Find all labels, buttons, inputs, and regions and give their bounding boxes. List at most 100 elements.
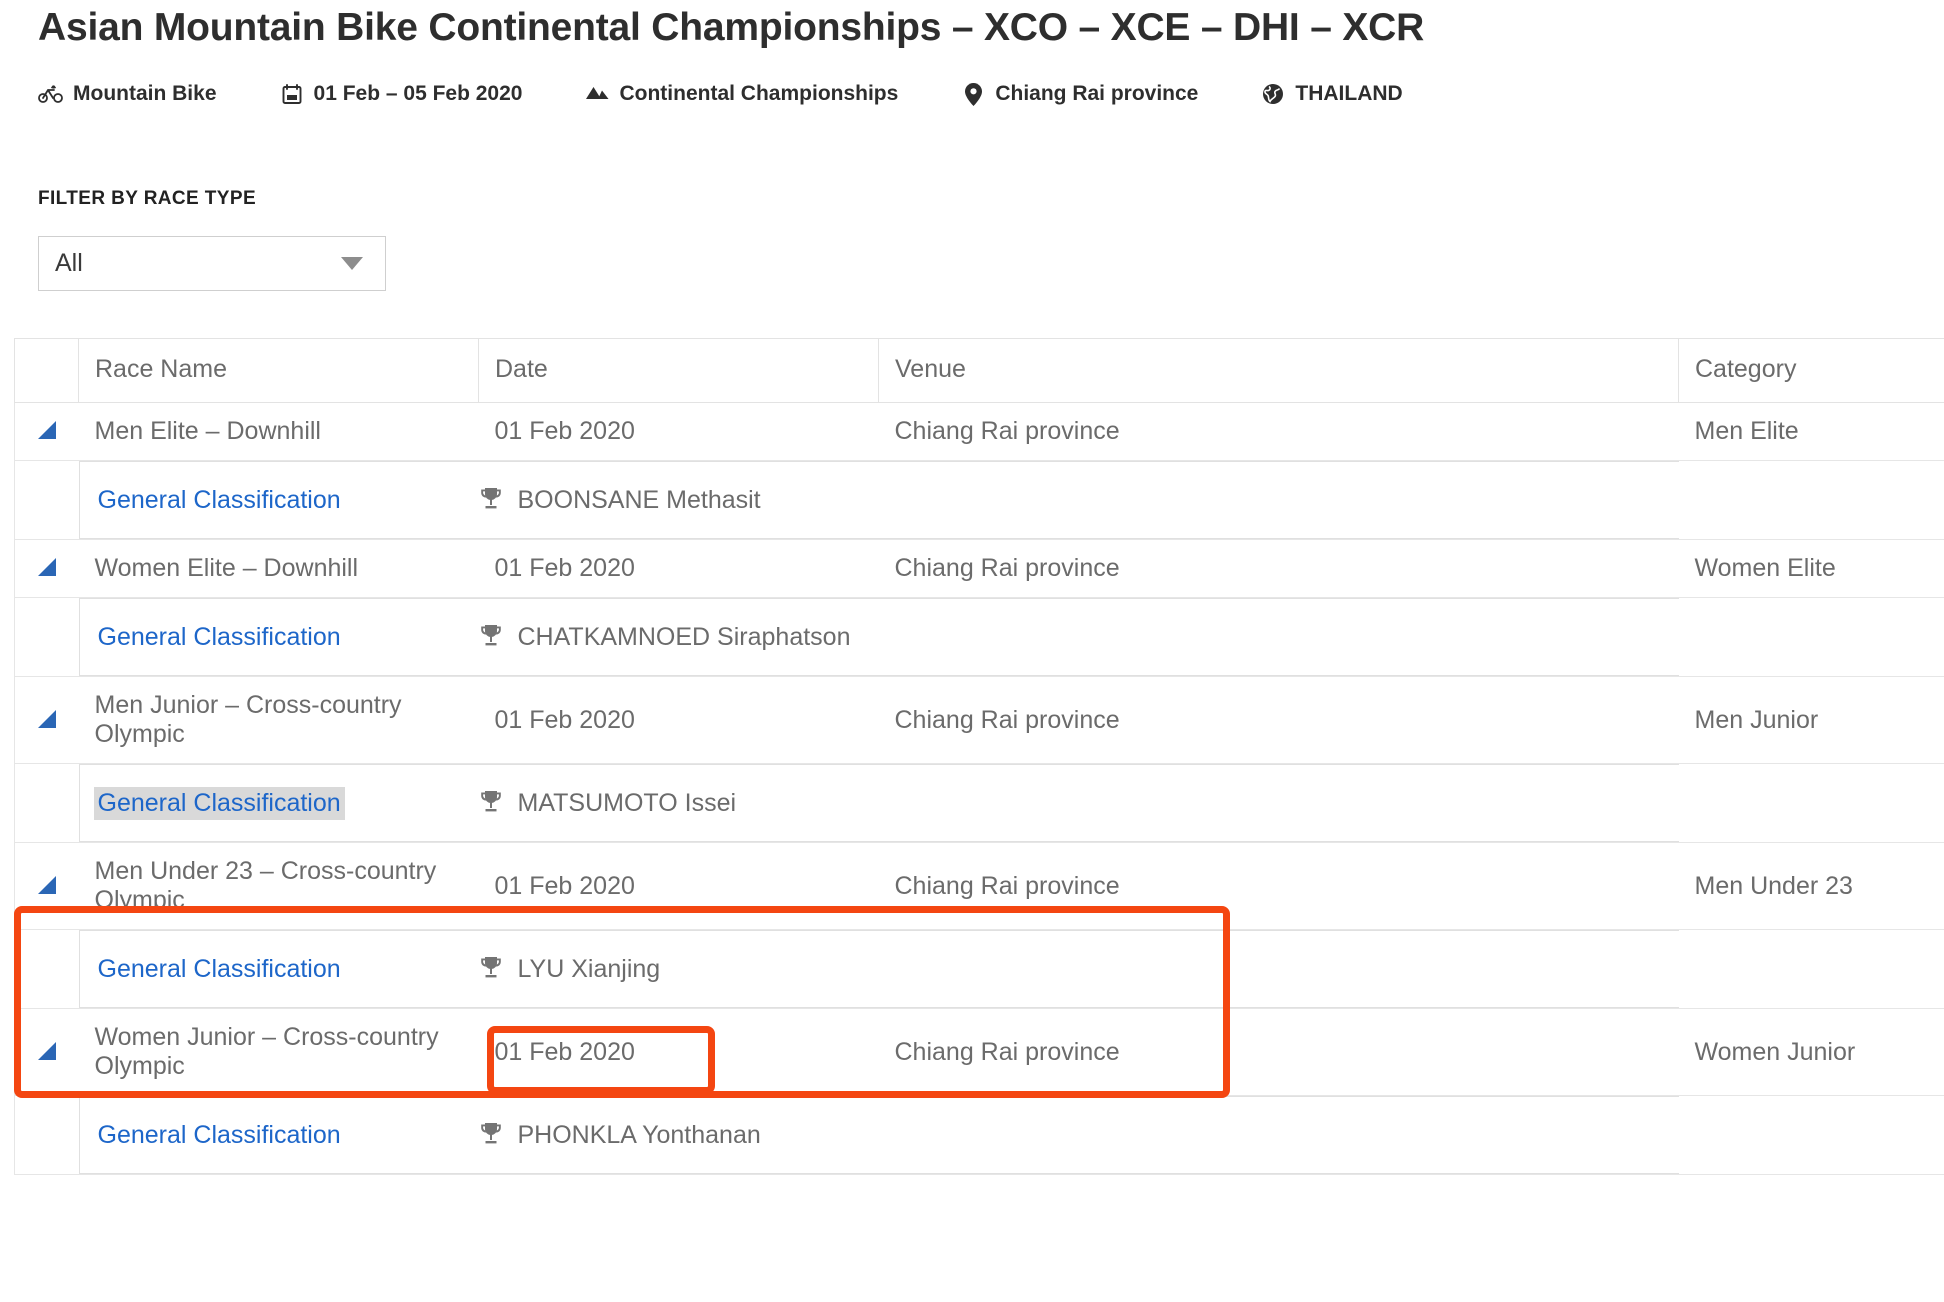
page-title: Asian Mountain Bike Continental Champion… [38, 6, 1425, 49]
table-header-row: Race Name Date Venue Category [14, 338, 1944, 403]
column-header-category[interactable]: Category [1678, 338, 1944, 403]
event-meta-bar: Mountain Bike 01 Feb – 05 Feb 2020 Conti… [38, 82, 1465, 106]
classification-venue-cell [878, 1095, 1679, 1175]
classification-category-cell [1678, 763, 1944, 843]
race-winner-name: MATSUMOTO Issei [517, 788, 737, 817]
general-classification-link[interactable]: General Classification [94, 484, 345, 517]
general-classification-link[interactable]: General Classification [94, 621, 345, 654]
races-table: Race Name Date Venue Category Men Elite … [14, 338, 1944, 1175]
race-winner: BOONSANE Methasit [479, 486, 761, 515]
cell-category: Men Elite [1678, 402, 1944, 461]
trophy-icon [479, 1122, 505, 1148]
meta-discipline: Mountain Bike [38, 82, 217, 106]
cell-venue: Chiang Rai province [878, 842, 1679, 930]
race-winner: PHONKLA Yonthanan [479, 1121, 761, 1150]
column-header-date[interactable]: Date [478, 338, 879, 403]
classification-spacer [14, 1095, 79, 1175]
race-winner: MATSUMOTO Issei [479, 788, 737, 818]
classification-winner-cell: LYU Xianjing [478, 929, 879, 1009]
cell-date: 01 Feb 2020 [478, 402, 879, 461]
races-table-head: Race Name Date Venue Category [14, 338, 1944, 403]
classification-winner-cell: MATSUMOTO Issei [478, 763, 879, 843]
race-type-select[interactable]: All [38, 236, 386, 291]
classification-spacer [14, 763, 79, 843]
classification-box: General Classification [78, 598, 479, 676]
trophy-icon [479, 790, 505, 816]
filter-label: FILTER BY RACE TYPE [38, 188, 257, 209]
classification-spacer [14, 460, 79, 540]
cell-date: 01 Feb 2020 [478, 676, 879, 764]
classification-venue-cell [878, 763, 1679, 843]
cell-date: 01 Feb 2020 [478, 842, 879, 930]
classification-category-cell [1678, 460, 1944, 540]
classification-name-cell: General Classification [78, 1095, 479, 1175]
expander-triangle-icon[interactable] [37, 421, 56, 439]
trophy-icon [479, 624, 505, 650]
race-winner: LYU Xianjing [479, 954, 661, 984]
table-row[interactable]: Women Junior – Cross-country Olympic 01 … [14, 1008, 1944, 1096]
classification-venue-box [878, 1096, 1679, 1174]
classification-winner-box: CHATKAMNOED Siraphatson [478, 598, 879, 676]
mountain-icon [584, 83, 610, 105]
cell-category: Men Junior [1678, 676, 1944, 764]
race-winner-name: PHONKLA Yonthanan [517, 1120, 761, 1149]
table-row[interactable]: Men Under 23 – Cross-country Olympic 01 … [14, 842, 1944, 930]
table-row[interactable]: Women Elite – Downhill 01 Feb 2020 Chian… [14, 539, 1944, 598]
classification-venue-cell [878, 460, 1679, 540]
expander-triangle-icon[interactable] [37, 558, 56, 576]
cell-race-name: Women Elite – Downhill [78, 539, 479, 598]
classification-winner-box: BOONSANE Methasit [478, 461, 879, 539]
classification-spacer [14, 597, 79, 677]
expander-triangle-icon[interactable] [37, 875, 56, 894]
meta-dates: 01 Feb – 05 Feb 2020 [279, 82, 523, 106]
classification-venue-box [878, 930, 1679, 1008]
cell-venue: Chiang Rai province [878, 402, 1679, 461]
cell-category: Men Under 23 [1678, 842, 1944, 930]
meta-venue-label: Chiang Rai province [995, 82, 1199, 105]
classification-venue-box [878, 764, 1679, 842]
classification-row: General Classification [14, 460, 1944, 540]
classification-winner-cell: BOONSANE Methasit [478, 460, 879, 540]
races-table-body: Men Elite – Downhill 01 Feb 2020 Chiang … [14, 402, 1944, 1175]
classification-spacer [14, 929, 79, 1009]
classification-winner-box: LYU Xianjing [478, 930, 879, 1008]
classification-row: General Classification [14, 597, 1944, 677]
classification-row: General Classification [14, 763, 1944, 843]
meta-class-label: Continental Championships [619, 82, 899, 105]
cell-race-name: Men Under 23 – Cross-country Olympic [78, 842, 479, 930]
row-expander-cell[interactable] [14, 539, 79, 598]
general-classification-link[interactable]: General Classification [94, 953, 345, 986]
classification-category-cell [1678, 1095, 1944, 1175]
row-expander-cell[interactable] [14, 676, 79, 764]
globe-icon [1260, 83, 1286, 105]
page-root: Asian Mountain Bike Continental Champion… [0, 0, 1944, 1302]
classification-winner-cell: CHATKAMNOED Siraphatson [478, 597, 879, 677]
race-winner-name: CHATKAMNOED Siraphatson [517, 622, 851, 651]
classification-venue-cell [878, 597, 1679, 677]
cell-venue: Chiang Rai province [878, 676, 1679, 764]
classification-row: General Classification [14, 929, 1944, 1009]
calendar-icon [279, 83, 305, 105]
classification-category-cell [1678, 597, 1944, 677]
row-expander-cell[interactable] [14, 842, 79, 930]
column-header-race-name[interactable]: Race Name [78, 338, 479, 403]
cell-race-name: Men Junior – Cross-country Olympic [78, 676, 479, 764]
table-row[interactable]: Men Junior – Cross-country Olympic 01 Fe… [14, 676, 1944, 764]
column-header-expander [14, 338, 79, 403]
meta-venue: Chiang Rai province [960, 82, 1198, 106]
expander-triangle-icon[interactable] [37, 1041, 56, 1060]
table-row[interactable]: Men Elite – Downhill 01 Feb 2020 Chiang … [14, 402, 1944, 461]
classification-box: General Classification [78, 930, 479, 1008]
general-classification-link[interactable]: General Classification [93, 786, 345, 820]
expander-triangle-icon[interactable] [37, 709, 56, 728]
meta-dates-label: 01 Feb – 05 Feb 2020 [313, 82, 523, 105]
row-expander-cell[interactable] [14, 1008, 79, 1096]
trophy-icon [479, 956, 505, 982]
general-classification-link[interactable]: General Classification [94, 1119, 345, 1152]
race-winner-name: BOONSANE Methasit [517, 485, 761, 514]
race-winner: CHATKAMNOED Siraphatson [479, 622, 851, 652]
race-winner-name: LYU Xianjing [517, 954, 661, 983]
row-expander-cell[interactable] [14, 402, 79, 461]
chevron-down-icon [341, 257, 363, 270]
column-header-venue[interactable]: Venue [878, 338, 1679, 403]
